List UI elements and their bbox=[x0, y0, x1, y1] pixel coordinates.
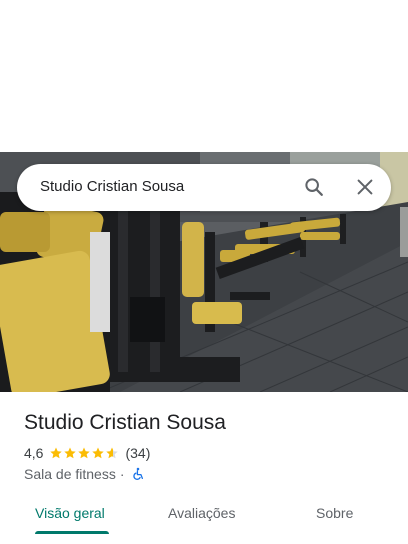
star-icon bbox=[64, 447, 77, 459]
close-icon[interactable] bbox=[354, 176, 376, 198]
wheelchair-icon bbox=[131, 467, 145, 481]
rating-value: 4,6 bbox=[24, 445, 44, 461]
star-icon bbox=[92, 447, 105, 459]
search-icon[interactable] bbox=[303, 176, 325, 198]
place-category: Sala de fitness bbox=[24, 466, 116, 482]
star-icon bbox=[106, 447, 119, 459]
place-title: Studio Cristian Sousa bbox=[24, 411, 226, 434]
review-count[interactable]: (34) bbox=[125, 445, 150, 461]
tab-overview[interactable]: Visão geral bbox=[35, 505, 105, 521]
star-icon bbox=[50, 447, 63, 459]
rating-row[interactable]: 4,6 (34) bbox=[24, 444, 150, 462]
star-rating bbox=[49, 446, 119, 460]
category-row: Sala de fitness · bbox=[24, 465, 145, 483]
active-tab-indicator bbox=[35, 531, 109, 534]
tab-about[interactable]: Sobre bbox=[316, 505, 353, 521]
star-icon bbox=[78, 447, 91, 459]
separator: · bbox=[119, 466, 125, 482]
search-input[interactable]: Studio Cristian Sousa bbox=[40, 178, 184, 195]
place-tabs: Visão geral Avaliações Sobre bbox=[0, 498, 408, 544]
search-bar[interactable]: Studio Cristian Sousa bbox=[17, 164, 391, 211]
map-blank-area bbox=[0, 0, 408, 152]
tab-reviews[interactable]: Avaliações bbox=[168, 505, 235, 521]
